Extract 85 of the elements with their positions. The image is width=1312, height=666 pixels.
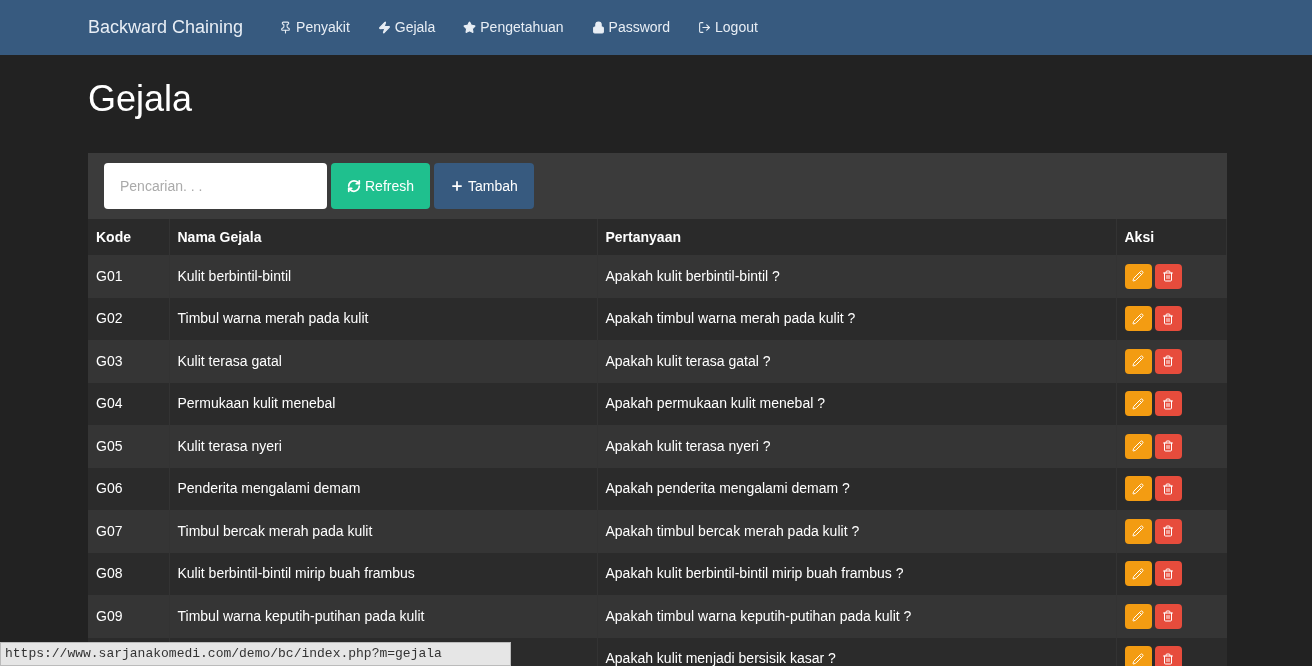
table-cell: Timbul bercak merah pada kulit: [177, 522, 373, 539]
delete-button[interactable]: [1154, 646, 1182, 666]
table-cell: Kulit berbintil-bintil: [177, 267, 292, 284]
edit-icon: [1132, 567, 1144, 580]
edit-button[interactable]: [1124, 433, 1152, 459]
trash-icon: [1162, 525, 1174, 538]
table-cell: G02: [96, 310, 123, 327]
trash-icon: [1162, 440, 1174, 453]
delete-button[interactable]: [1154, 561, 1182, 587]
trash-icon: [1162, 270, 1174, 283]
table-cell: Apakah timbul warna keputih-putihan pada kulit ?: [605, 607, 912, 624]
bolt-icon: [377, 21, 391, 34]
edit-icon: [1132, 482, 1144, 495]
star-icon: [463, 21, 477, 34]
table-cell: Timbul warna merah pada kulit: [177, 310, 369, 327]
edit-button[interactable]: [1124, 561, 1152, 587]
search-field[interactable]: Pencarian. . .: [104, 163, 327, 209]
delete-button[interactable]: [1154, 391, 1182, 417]
edit-icon: [1132, 312, 1144, 325]
edit-button[interactable]: [1124, 263, 1152, 289]
table-cell: Apakah permukaan kulit menebal ?: [605, 395, 825, 412]
trash-icon: [1162, 312, 1174, 325]
edit-icon: [1132, 270, 1144, 283]
nav-link[interactable]: Penyakit: [279, 17, 350, 38]
edit-icon: [1132, 397, 1144, 410]
table-cell: G01: [96, 267, 123, 284]
trash-icon: [1162, 610, 1174, 623]
table-cell: Apakah kulit terasa nyeri ?: [605, 437, 771, 454]
table-cell: G05: [96, 437, 123, 454]
pin-icon: [279, 21, 293, 34]
trash-icon: [1162, 567, 1174, 580]
trash-icon: [1162, 482, 1174, 495]
table-cell: Apakah kulit berbintil-bintil ?: [605, 267, 780, 284]
table-cell: Permukaan kulit menebal: [177, 395, 336, 412]
table-cell: Apakah kulit menjadi bersisik kasar ?: [605, 650, 836, 666]
table-cell: G04: [96, 395, 123, 412]
table-cell: Apakah kulit terasa gatal ?: [605, 352, 771, 369]
status-url: https://www.sarjanakomedi.com/demo/bc/index.php?m=gejala: [0, 642, 511, 666]
trash-icon: [1162, 652, 1174, 665]
table-cell: Apakah timbul warna merah pada kulit ?: [605, 310, 856, 327]
edit-button[interactable]: [1124, 646, 1152, 666]
page-title: Gejala: [88, 77, 194, 121]
delete-button[interactable]: [1154, 263, 1182, 289]
edit-icon: [1132, 652, 1144, 665]
table-cell: G03: [96, 352, 123, 369]
edit-button[interactable]: [1124, 603, 1152, 629]
table-cell: G06: [96, 480, 123, 497]
edit-icon: [1132, 610, 1144, 623]
edit-icon: [1132, 355, 1144, 368]
nav-link[interactable]: Password: [591, 17, 671, 38]
table-cell: Apakah penderita mengalami demam ?: [605, 480, 850, 497]
edit-button[interactable]: [1124, 348, 1152, 374]
edit-button[interactable]: [1124, 306, 1152, 332]
table-cell: Kulit terasa gatal: [177, 352, 282, 369]
brand-title[interactable]: Backward Chaining: [88, 14, 244, 41]
table-cell: Penderita mengalami demam: [177, 480, 361, 497]
table-cell: Apakah timbul bercak merah pada kulit ?: [605, 522, 860, 539]
plus-icon: [450, 179, 465, 193]
table-cell: Timbul warna keputih-putihan pada kulit: [177, 607, 425, 624]
table-cell: G07: [96, 522, 123, 539]
logout-icon: [698, 21, 712, 34]
table-cell: G08: [96, 565, 123, 582]
edit-icon: [1132, 525, 1144, 538]
table-cell: Kulit berbintil-bintil mirip buah frambus: [177, 565, 415, 582]
table-cell: Apakah kulit berbintil-bintil mirip buah frambus ?: [605, 565, 904, 582]
delete-button[interactable]: [1154, 518, 1182, 544]
edit-icon: [1132, 440, 1144, 453]
edit-button[interactable]: [1124, 391, 1152, 417]
nav-link[interactable]: Logout: [698, 17, 758, 38]
trash-icon: [1162, 397, 1174, 410]
refresh-icon: [347, 179, 361, 193]
nav-link[interactable]: Pengetahuan: [463, 17, 564, 38]
nav-link[interactable]: Gejala: [377, 17, 436, 38]
edit-button[interactable]: [1124, 518, 1152, 544]
add-button[interactable]: Tambah: [434, 163, 534, 209]
edit-button[interactable]: [1124, 476, 1152, 502]
table-cell: Kulit terasa nyeri: [177, 437, 282, 454]
lock-icon: [591, 21, 605, 34]
trash-icon: [1162, 355, 1174, 368]
delete-button[interactable]: [1154, 603, 1182, 629]
delete-button[interactable]: [1154, 348, 1182, 374]
delete-button[interactable]: [1154, 433, 1182, 459]
delete-button[interactable]: [1154, 476, 1182, 502]
table-cell: G09: [96, 607, 123, 624]
delete-button[interactable]: [1154, 306, 1182, 332]
